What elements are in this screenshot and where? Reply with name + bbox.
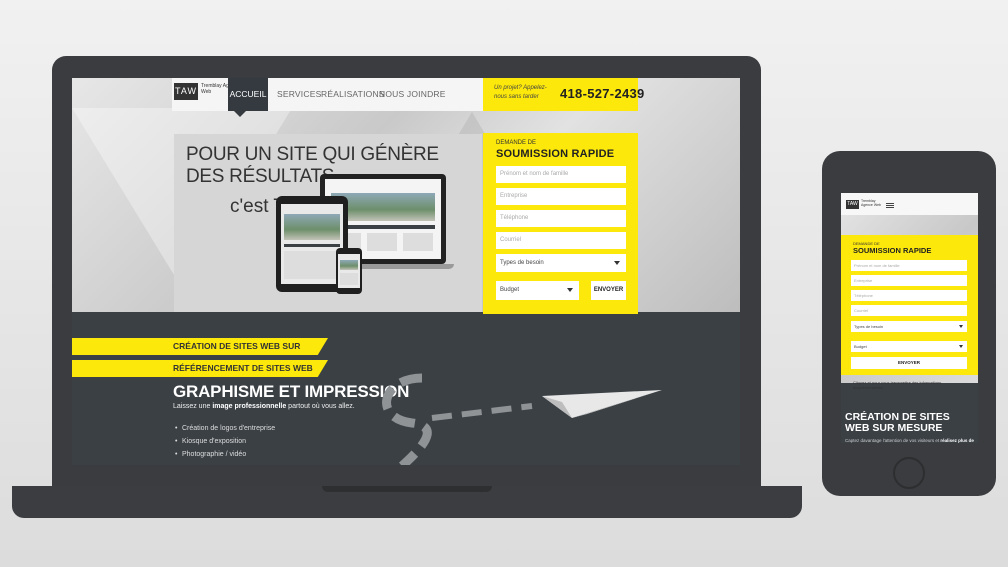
description-text: Captez davantage l'attention de vos visi…	[845, 438, 941, 443]
mockup-card	[340, 273, 358, 285]
service-ribbon-web-design[interactable]: CRÉATION DE SITES WEB SUR MESURE	[72, 338, 328, 355]
chevron-down-icon	[614, 261, 620, 265]
mockup-screen	[338, 254, 360, 288]
mobile-need-type-select[interactable]: Types de besoin	[851, 321, 967, 332]
chevron-down-icon	[567, 288, 573, 292]
chevron-down-icon	[959, 345, 963, 348]
mockup-card	[284, 251, 340, 279]
mobile-section-description: Captez davantage l'attention de vos visi…	[845, 438, 978, 443]
mockup-photo	[284, 214, 340, 240]
company-field[interactable]: Entreprise	[496, 188, 626, 205]
mockup-photo	[340, 260, 358, 270]
mobile-phone-field[interactable]: Téléphone	[851, 290, 967, 301]
need-type-select[interactable]: Types de besoin	[496, 254, 626, 272]
mobile-company-field[interactable]: Entreprise	[851, 275, 967, 286]
budget-select[interactable]: Budget	[496, 281, 579, 300]
subtitle-text: partout où vous allez.	[286, 403, 355, 410]
hamburger-menu-icon[interactable]	[886, 203, 894, 204]
subtitle-text: Laissez une	[173, 403, 213, 410]
nav-active-indicator	[234, 111, 246, 117]
nav-item-realisations[interactable]: RÉALISATIONS	[321, 78, 385, 111]
subtitle-bold: image professionnelle	[212, 403, 287, 410]
mobile-name-field[interactable]: Prénom et nom de famille	[851, 260, 967, 271]
nav-item-services[interactable]: SERVICES	[277, 78, 321, 111]
call-prompt: Un projet? Appelez-nous sans tarder	[494, 85, 547, 100]
mockup-card	[403, 233, 433, 251]
need-type-value: Types de besoin	[500, 260, 544, 266]
logo-mark[interactable]: TAW	[174, 83, 198, 100]
list-item: Kiosque d'exposition	[175, 438, 246, 445]
dashed-trail	[431, 403, 533, 421]
form-label-small: DEMANDE DE	[496, 140, 537, 146]
nav-item-accueil[interactable]: ACCUEIL	[228, 78, 268, 111]
section-subtitle: Laissez une image professionnelle partou…	[173, 403, 355, 410]
mobile-logo-mark[interactable]: TAW	[846, 200, 859, 209]
home-button	[893, 457, 925, 489]
list-item: Photographie / vidéo	[175, 451, 246, 458]
laptop-notch	[322, 486, 492, 492]
mobile-budget-select[interactable]: Budget	[851, 341, 967, 352]
description-bold: réalisez plus de	[940, 438, 974, 443]
mobile-form-note: Cliquez et pour vous transmettre des inf…	[853, 380, 942, 390]
email-field[interactable]: Courriel	[496, 232, 626, 249]
laptop-screen: TAW Tremblay Agence Web ACCUEIL SERVICES…	[72, 78, 740, 465]
form-title: SOUMISSION RAPIDE	[496, 148, 615, 160]
list-item: Création de logos d'entreprise	[175, 425, 275, 432]
name-field[interactable]: Prénom et nom de famille	[496, 166, 626, 183]
chevron-down-icon	[959, 325, 963, 328]
mobile-email-field[interactable]: Courriel	[851, 305, 967, 316]
mobile-section-title: CRÉATION DE SITES WEB SUR MESURE	[845, 411, 950, 434]
nav-item-nous-joindre[interactable]: NOUS JOINDRE	[379, 78, 446, 111]
mobile-logo-text: Tremblay Agence Web	[861, 199, 881, 207]
mockup-card	[367, 233, 397, 251]
mobile-need-type-value: Types de besoin	[854, 324, 884, 329]
service-ribbon-seo[interactable]: RÉFÉRENCEMENT DE SITES WEB	[72, 360, 328, 377]
budget-value: Budget	[500, 287, 520, 293]
mockup-bar	[284, 244, 340, 247]
send-button[interactable]: ENVOYER	[591, 281, 626, 300]
mockup-screen	[281, 204, 343, 284]
phone-number[interactable]: 418-527-2439	[560, 86, 645, 101]
mobile-send-button[interactable]: ENVOYER	[851, 357, 967, 369]
phone-field[interactable]: Téléphone	[496, 210, 626, 227]
phone-screen: TAW Tremblay Agence Web DEMANDE DE SOUMI…	[841, 193, 978, 443]
dashed-trail	[382, 373, 432, 465]
mobile-form-title: SOUMISSION RAPIDE	[853, 246, 932, 255]
mobile-budget-value: Budget	[854, 344, 867, 349]
paper-plane-illustration	[382, 373, 662, 465]
